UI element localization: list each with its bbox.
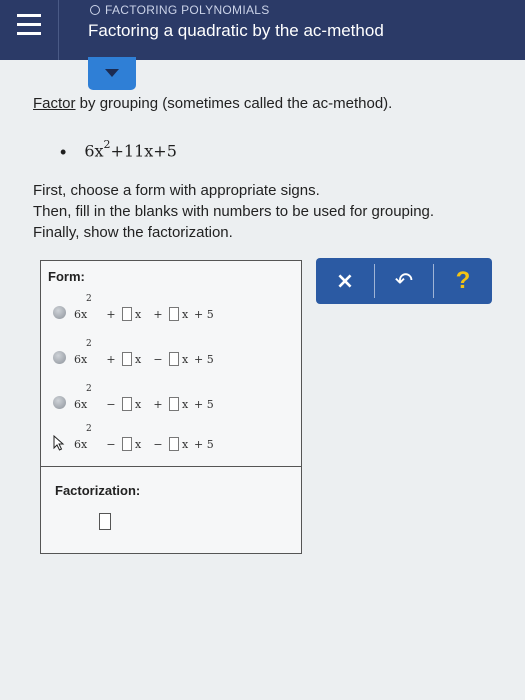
option-lead: 6x 2: [74, 384, 92, 411]
bullet: •: [60, 142, 67, 162]
option-lead: 6x 2: [74, 424, 92, 451]
blank-input[interactable]: [169, 307, 179, 321]
option-tail: + 5: [194, 308, 214, 321]
blank-input[interactable]: [169, 397, 179, 411]
panel-divider: [41, 466, 301, 467]
radio-button[interactable]: [53, 351, 66, 364]
step-1: First, choose a form with appropriate si…: [33, 182, 320, 199]
blank-input[interactable]: [122, 397, 132, 411]
option-var: x: [135, 353, 142, 366]
form-option-3[interactable]: 6x 2 − x + x + 5: [53, 384, 214, 411]
topic-row: FACTORING POLYNOMIALS: [90, 2, 270, 18]
option-var: x: [135, 308, 142, 321]
answer-panel: Form: 6x 2 + x + x + 5 6x 2 + x − x + 5 6x…: [40, 260, 302, 554]
expr-rest: +11x+5: [110, 141, 177, 161]
topic-label: FACTORING POLYNOMIALS: [105, 3, 270, 17]
blank-input[interactable]: [122, 437, 132, 451]
page-title: Factoring a quadratic by the ac-method: [88, 21, 384, 40]
option-var: x: [182, 353, 189, 366]
topic-circle-icon: [90, 5, 100, 15]
option-tail: + 5: [194, 398, 214, 411]
option-sign-1: +: [106, 308, 116, 321]
undo-button[interactable]: ↶: [375, 258, 433, 304]
help-icon: ?: [455, 267, 471, 294]
form-option-4[interactable]: 6x 2 − x − x + 5: [53, 424, 214, 451]
steps-text: First, choose a form with appropriate si…: [33, 180, 434, 243]
help-button[interactable]: ?: [434, 258, 492, 304]
factorization-label: Factorization:: [55, 483, 141, 498]
problem-expression: • 6x2+11x+5: [60, 138, 177, 162]
option-var: x: [182, 438, 189, 451]
option-var: x: [135, 438, 142, 451]
blank-input[interactable]: [122, 352, 132, 366]
radio-button[interactable]: [53, 396, 66, 409]
radio-button[interactable]: [53, 306, 66, 319]
option-sign-1: −: [106, 438, 116, 451]
option-lead: 6x 2: [74, 294, 92, 321]
top-bar: FACTORING POLYNOMIALS Factoring a quadra…: [0, 0, 525, 60]
step-2: Then, fill in the blanks with numbers to…: [33, 203, 435, 220]
expr-exp: 2: [103, 138, 111, 152]
option-tail: + 5: [194, 438, 214, 451]
instruction: Factor by grouping (sometimes called the…: [33, 95, 392, 112]
mouse-pointer-icon: [53, 435, 65, 451]
option-var: x: [135, 398, 142, 411]
option-sign-2: −: [153, 353, 163, 366]
option-lead: 6x 2: [74, 339, 92, 366]
option-tail: + 5: [194, 353, 214, 366]
option-sign-1: −: [106, 398, 116, 411]
option-var: x: [182, 308, 189, 321]
option-sign-2: −: [153, 438, 163, 451]
factor-link[interactable]: Factor: [33, 95, 76, 112]
expression: 6x2+11x+5: [84, 138, 177, 161]
close-icon: ×: [335, 268, 355, 294]
instruction-text: by grouping (sometimes called the ac-met…: [75, 95, 393, 112]
option-sign-1: +: [106, 353, 116, 366]
clear-button[interactable]: ×: [316, 258, 374, 304]
blank-input[interactable]: [169, 437, 179, 451]
option-sign-2: +: [153, 308, 163, 321]
form-label: Form:: [48, 269, 85, 284]
blank-input[interactable]: [169, 352, 179, 366]
option-var: x: [182, 398, 189, 411]
blank-input[interactable]: [122, 307, 132, 321]
form-option-2[interactable]: 6x 2 + x − x + 5: [53, 339, 214, 366]
action-toolbar: × ↶ ?: [316, 258, 492, 304]
chevron-down-icon: [105, 69, 119, 77]
collapse-tab[interactable]: [88, 57, 136, 90]
undo-icon: ↶: [394, 268, 414, 293]
expr-coef: 6x: [84, 141, 104, 161]
step-3: Finally, show the factorization.: [33, 224, 233, 241]
menu-icon[interactable]: [0, 0, 59, 60]
factorization-input[interactable]: [99, 513, 111, 530]
option-sign-2: +: [153, 398, 163, 411]
form-option-1[interactable]: 6x 2 + x + x + 5: [53, 294, 214, 321]
